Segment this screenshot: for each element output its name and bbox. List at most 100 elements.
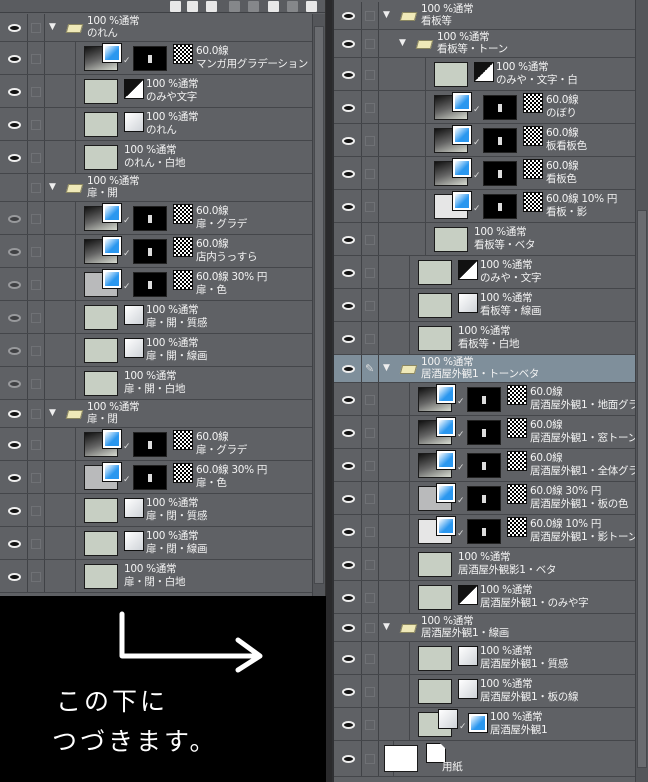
- visibility-toggle[interactable]: [334, 642, 362, 674]
- visibility-toggle[interactable]: [0, 14, 28, 41]
- lock-toggle[interactable]: [362, 322, 379, 354]
- lock-toggle[interactable]: [362, 91, 379, 123]
- layer-content[interactable]: 100 %通常 扉・閉・線画: [75, 527, 312, 559]
- visibility-toggle[interactable]: [334, 289, 362, 321]
- eye-icon[interactable]: [8, 313, 21, 322]
- layer-row[interactable]: ✓ 60.0線 居酒屋外観1・地面グラデ: [334, 383, 648, 416]
- lock-toggle[interactable]: [28, 235, 45, 267]
- visibility-toggle[interactable]: [334, 581, 362, 613]
- lock-toggle[interactable]: [28, 461, 45, 493]
- lock-toggle[interactable]: [28, 268, 45, 300]
- layer-content[interactable]: 用紙: [384, 741, 635, 776]
- scrollbar[interactable]: [312, 14, 325, 596]
- eye-icon[interactable]: [342, 40, 355, 48]
- layer-row[interactable]: ✓ 60.0線 30% 円居酒屋外観1・板の色: [334, 482, 635, 515]
- layer-row[interactable]: 100 %通常 居酒屋外観影1・ベタ: [334, 548, 635, 581]
- layer-content[interactable]: 100 %通常 扉・開・線画: [75, 334, 312, 366]
- checkbox[interactable]: [365, 300, 375, 311]
- checkbox[interactable]: [31, 119, 41, 130]
- visibility-toggle[interactable]: [334, 30, 362, 57]
- eye-icon[interactable]: [342, 428, 355, 437]
- checkbox[interactable]: [365, 267, 375, 278]
- layer-row[interactable]: ✓ 100 %通常 居酒屋外観1: [334, 708, 635, 741]
- visibility-toggle[interactable]: [334, 58, 362, 90]
- visibility-toggle[interactable]: [334, 708, 362, 740]
- layer-folder-row[interactable]: ▼ 100 %通常 居酒屋外観1・線画: [334, 614, 635, 642]
- eye-icon[interactable]: [8, 473, 21, 482]
- checkbox[interactable]: [365, 460, 375, 471]
- layer-row[interactable]: 100 %通常 看板等・線画: [334, 289, 635, 322]
- checkbox[interactable]: [31, 378, 41, 389]
- eye-icon[interactable]: [8, 247, 21, 256]
- visibility-toggle[interactable]: [334, 383, 362, 415]
- layer-content[interactable]: ▼ 100 %通常 のれん: [45, 14, 312, 41]
- eye-icon[interactable]: [342, 720, 355, 729]
- lock-toggle[interactable]: [362, 675, 379, 707]
- lock-toggle[interactable]: [28, 527, 45, 559]
- layer-row[interactable]: ✓ 60.0線 30% 円扉・色: [0, 461, 312, 494]
- new-folder-icon[interactable]: [206, 1, 217, 12]
- visibility-toggle[interactable]: [334, 482, 362, 514]
- lock-toggle[interactable]: ✎: [362, 355, 379, 382]
- layer-content[interactable]: ▼ 100 %通常 居酒屋外観1・線画: [379, 614, 635, 641]
- visibility-toggle[interactable]: [0, 400, 28, 427]
- layer-content[interactable]: ✓ 60.0線 30% 円居酒屋外観1・板の色: [409, 482, 635, 514]
- layer-mask-icon[interactable]: [268, 1, 279, 12]
- layer-folder-row[interactable]: ✎ ▼ 100 %通常 居酒屋外観1・トーンベタ: [334, 355, 635, 383]
- checkbox[interactable]: [31, 213, 41, 224]
- visibility-toggle[interactable]: [0, 527, 28, 559]
- eye-icon[interactable]: [8, 87, 21, 96]
- layer-content[interactable]: 100 %通常 居酒屋外観1・板の線: [409, 675, 635, 707]
- layer-content[interactable]: 100 %通常 扉・開・白地: [75, 367, 312, 399]
- delete-layer-icon[interactable]: [306, 1, 317, 12]
- layer-row[interactable]: 100 %通常 扉・開・質感: [0, 301, 312, 334]
- expand-arrow-icon[interactable]: ▼: [49, 408, 56, 418]
- lock-toggle[interactable]: [28, 400, 45, 427]
- layer-folder-row[interactable]: ▼ 100 %通常 扉・開: [0, 174, 312, 202]
- checkbox[interactable]: [365, 69, 375, 80]
- lock-toggle[interactable]: [362, 741, 379, 776]
- layer-content[interactable]: ✓ 60.0線 扉・グラデ: [75, 202, 312, 234]
- layer-row[interactable]: 100 %通常 看板等・白地: [334, 322, 635, 355]
- layer-content[interactable]: 100 %通常 扉・閉・質感: [75, 494, 312, 526]
- lock-toggle[interactable]: [28, 494, 45, 526]
- eye-icon[interactable]: [8, 379, 21, 388]
- checkbox[interactable]: [31, 439, 41, 450]
- lock-toggle[interactable]: [362, 190, 379, 222]
- lock-toggle[interactable]: [28, 202, 45, 234]
- layer-row[interactable]: ✓ 60.0線 看板色: [334, 157, 635, 190]
- checkbox[interactable]: [365, 394, 375, 405]
- expand-arrow-icon[interactable]: ▼: [399, 38, 406, 48]
- visibility-toggle[interactable]: [0, 428, 28, 460]
- eye-icon[interactable]: [342, 365, 355, 373]
- eye-icon[interactable]: [342, 593, 355, 602]
- visibility-toggle[interactable]: [334, 548, 362, 580]
- eye-icon[interactable]: [342, 494, 355, 503]
- layer-content[interactable]: 100 %通常 のみや・文字: [409, 256, 635, 288]
- checkbox[interactable]: [31, 86, 41, 97]
- checkbox[interactable]: [365, 719, 375, 730]
- layer-content[interactable]: ▼ 100 %通常 扉・閉: [45, 400, 312, 427]
- expand-arrow-icon[interactable]: ▼: [383, 622, 390, 632]
- expand-arrow-icon[interactable]: ▼: [383, 10, 390, 20]
- checkbox[interactable]: [31, 538, 41, 549]
- eye-icon[interactable]: [342, 755, 355, 763]
- visibility-toggle[interactable]: [334, 614, 362, 641]
- scrollbar-thumb[interactable]: [637, 210, 647, 768]
- lock-toggle[interactable]: [362, 383, 379, 415]
- expand-arrow-icon[interactable]: ▼: [49, 22, 56, 32]
- transfer-down-icon[interactable]: [229, 1, 240, 12]
- lock-toggle[interactable]: [362, 289, 379, 321]
- visibility-toggle[interactable]: [0, 235, 28, 267]
- expand-arrow-icon[interactable]: ▼: [383, 363, 390, 373]
- visibility-toggle[interactable]: [0, 141, 28, 173]
- layer-content[interactable]: ✓ 60.0線 看板色: [425, 157, 635, 189]
- checkbox[interactable]: [365, 11, 375, 21]
- expand-arrow-icon[interactable]: ▼: [49, 182, 56, 192]
- layer-content[interactable]: ✓ 60.0線 店内うっすら: [75, 235, 312, 267]
- layer-row[interactable]: 100 %通常 居酒屋外観1・のみや字: [334, 581, 635, 614]
- visibility-toggle[interactable]: [0, 108, 28, 140]
- visibility-toggle[interactable]: [334, 449, 362, 481]
- layer-row[interactable]: ✓ 60.0線 のぼり: [334, 91, 635, 124]
- checkbox[interactable]: [365, 39, 375, 49]
